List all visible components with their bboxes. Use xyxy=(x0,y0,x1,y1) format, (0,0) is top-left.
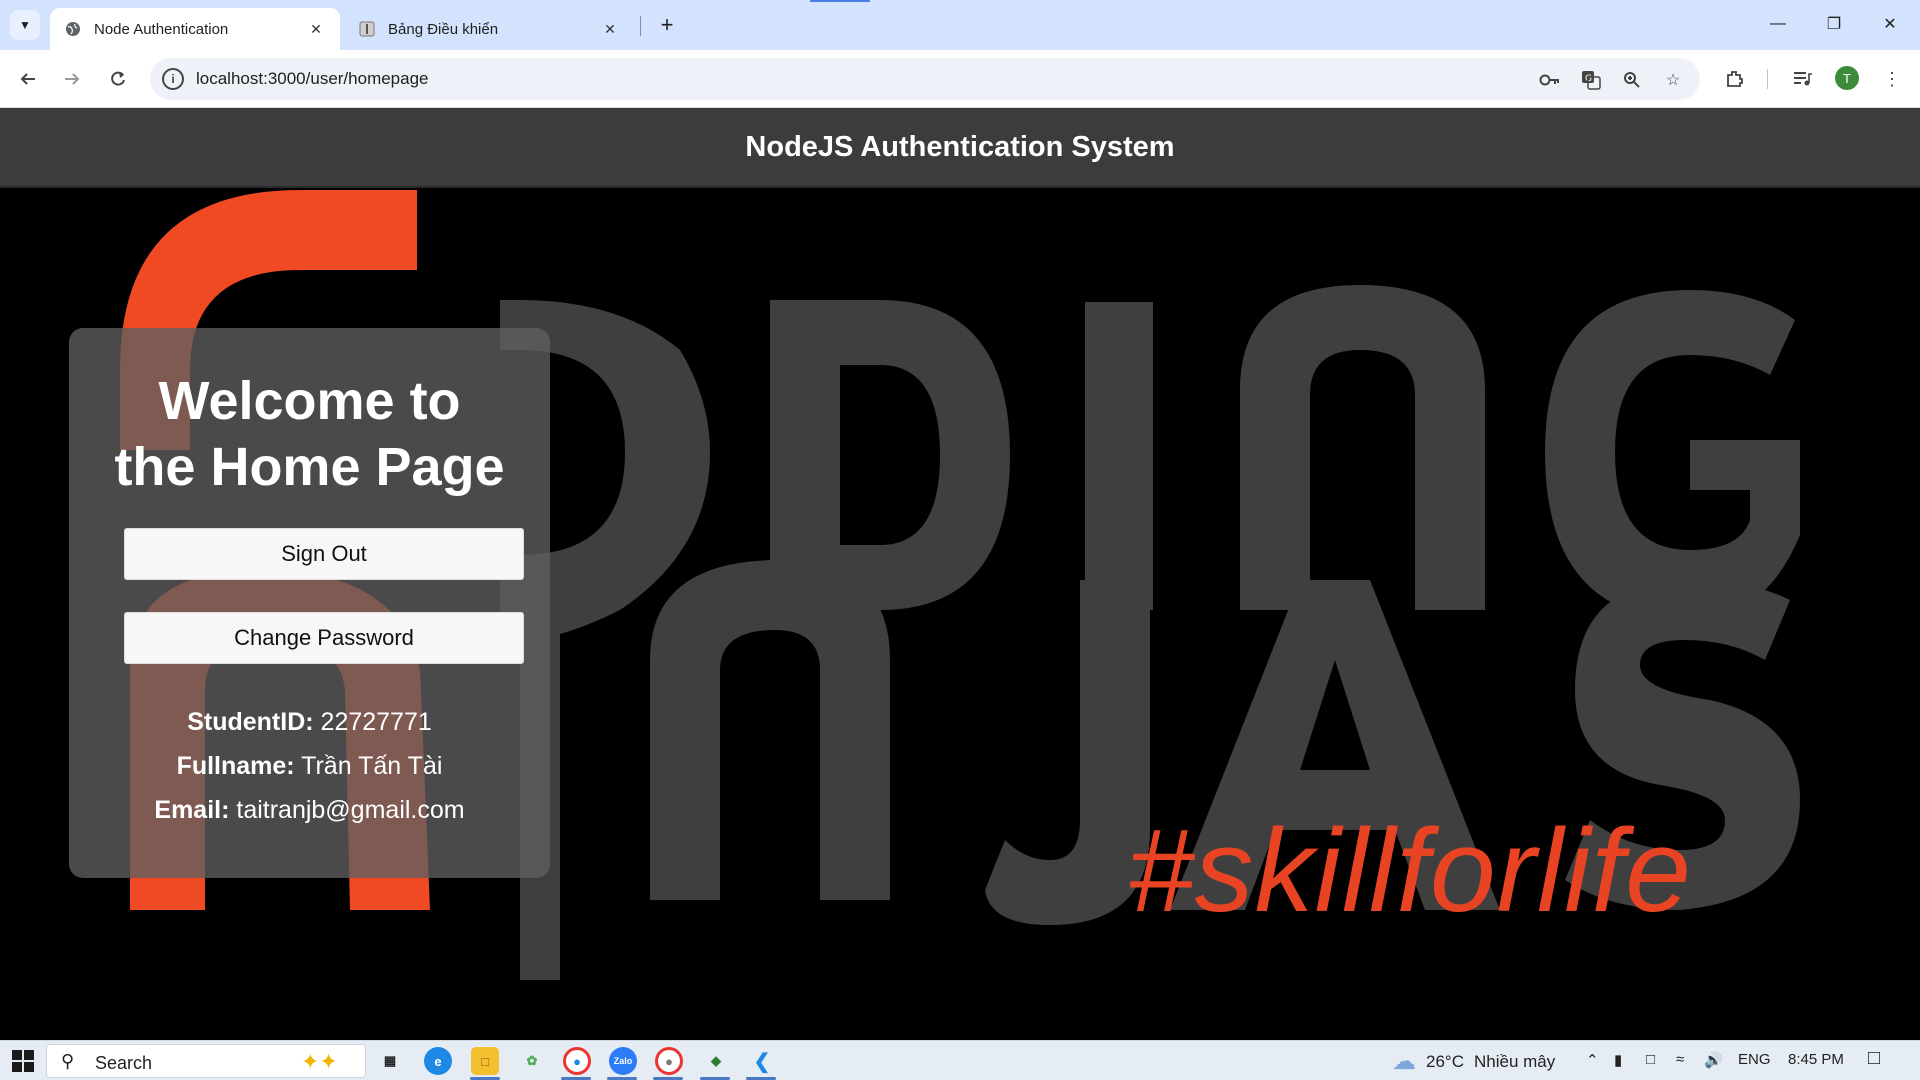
tab-title: Node Authentication xyxy=(94,20,229,38)
translate-icon[interactable]: G xyxy=(1578,67,1604,93)
language-indicator[interactable]: ENG xyxy=(1738,1051,1771,1068)
tab-node-authentication[interactable]: Node Authentication ✕ xyxy=(50,8,340,50)
task-view-icon[interactable]: ▦ xyxy=(376,1047,404,1075)
page-favicon-icon xyxy=(358,20,376,38)
restore-button[interactable]: ❐ xyxy=(1806,0,1862,48)
more-menu-icon[interactable]: ⋮ xyxy=(1876,63,1908,95)
wifi-icon[interactable]: ≈ xyxy=(1676,1051,1684,1068)
weather-temp: 26°C xyxy=(1426,1051,1464,1071)
browser-toolbar: i localhost:3000/user/homepage G ☆ ⋮ xyxy=(0,50,1920,108)
chevron-up-icon[interactable]: ⌃ xyxy=(1586,1051,1599,1069)
chevron-down-icon: ▼ xyxy=(19,18,31,32)
media-controls-icon[interactable] xyxy=(1786,63,1818,95)
tab-search-button[interactable]: ▼ xyxy=(10,10,40,40)
cloud-icon: ☁ xyxy=(1392,1048,1416,1075)
background-tagline: #skillforlife xyxy=(1128,805,1692,937)
vscode-icon[interactable]: ❮ xyxy=(748,1047,776,1075)
close-icon[interactable]: ✕ xyxy=(600,19,620,39)
battery-icon[interactable]: ▮ xyxy=(1614,1051,1622,1069)
change-password-button[interactable]: Change Password xyxy=(124,612,524,664)
tab-loading-indicator xyxy=(810,0,870,2)
fullname-value: Trần Tấn Tài xyxy=(294,752,443,780)
windows-taskbar: ⚲ Search ✦✦ ▦ e □ ✿ ● Zalo ● ◆ ❮ ☁ 26°C … xyxy=(0,1040,1920,1080)
start-button[interactable] xyxy=(8,1047,38,1075)
web-page: NodeJS Authentication System #skillforli… xyxy=(0,108,1920,1040)
chrome-icon[interactable]: ● xyxy=(563,1047,591,1075)
taskbar-search[interactable]: ⚲ Search ✦✦ xyxy=(46,1044,366,1078)
reload-icon xyxy=(111,71,125,86)
weather-widget[interactable]: ☁ 26°C Nhiều mây xyxy=(1392,1047,1555,1076)
taskbar-search-placeholder: Search xyxy=(95,1053,153,1073)
file-explorer-icon[interactable]: □ xyxy=(471,1047,499,1075)
notifications-icon[interactable]: □ xyxy=(1868,1047,1880,1070)
welcome-card: Welcome to the Home Page Sign Out Change… xyxy=(69,328,550,878)
email-label: Email: xyxy=(154,796,230,824)
new-tab-button[interactable]: + xyxy=(652,10,682,40)
chrome-profile-icon[interactable]: ● xyxy=(655,1047,683,1075)
tab-separator xyxy=(640,16,641,36)
forward-button[interactable] xyxy=(56,63,88,95)
student-id-label: StudentID: xyxy=(187,708,314,736)
page-title: NodeJS Authentication System xyxy=(745,130,1175,163)
back-button[interactable] xyxy=(12,63,44,95)
tab-title: Bảng Điều khiển xyxy=(388,20,499,38)
browser-tab-strip: ▼ Node Authentication ✕ Bảng Điều khiển … xyxy=(0,0,1920,50)
sign-out-button[interactable]: Sign Out xyxy=(124,528,524,580)
close-icon[interactable]: ✕ xyxy=(306,19,326,39)
site-info-icon[interactable]: i xyxy=(162,68,184,90)
close-window-button[interactable]: ✕ xyxy=(1862,0,1918,48)
welcome-heading: Welcome to the Home Page xyxy=(69,368,550,500)
volume-icon[interactable]: 🔊 xyxy=(1704,1051,1723,1069)
arrow-left-icon xyxy=(20,73,35,85)
meet-now-icon[interactable]: □ xyxy=(1646,1051,1655,1068)
welcome-heading-line1: Welcome to xyxy=(158,371,461,431)
weather-desc: Nhiều mây xyxy=(1473,1051,1556,1071)
key-icon[interactable] xyxy=(1537,67,1563,93)
email-line: Email: taitranjb@gmail.com xyxy=(69,796,550,825)
app-green-icon[interactable]: ✿ xyxy=(518,1047,546,1075)
url-text[interactable]: localhost:3000/user/homepage xyxy=(196,69,429,89)
site-header: NodeJS Authentication System xyxy=(0,108,1920,188)
minimize-button[interactable]: — xyxy=(1750,0,1806,48)
fullname-line: Fullname: Trần Tấn Tài xyxy=(69,752,550,781)
student-id-value: 22727771 xyxy=(313,708,432,736)
profile-avatar[interactable]: T xyxy=(1835,66,1859,90)
welcome-heading-line2: the Home Page xyxy=(114,437,505,497)
edge-icon[interactable]: e xyxy=(424,1047,452,1075)
toolbar-divider xyxy=(1767,69,1768,89)
zalo-icon[interactable]: Zalo xyxy=(609,1047,637,1075)
globe-icon xyxy=(64,20,82,38)
mongodb-icon[interactable]: ◆ xyxy=(702,1047,730,1075)
arrow-right-icon xyxy=(65,73,80,85)
zoom-icon[interactable] xyxy=(1619,67,1645,93)
search-icon: ⚲ xyxy=(61,1051,75,1071)
windows-logo-icon xyxy=(12,1050,34,1072)
extensions-puzzle-icon[interactable] xyxy=(1719,63,1751,95)
email-value: taitranjb@gmail.com xyxy=(229,796,465,824)
clock[interactable]: 8:45 PM xyxy=(1788,1051,1844,1068)
tab-bang-dieu-khien[interactable]: Bảng Điều khiển ✕ xyxy=(344,8,634,50)
student-id-line: StudentID: 22727771 xyxy=(69,708,550,737)
reload-button[interactable] xyxy=(102,63,134,95)
sparkle-icon: ✦✦ xyxy=(301,1049,338,1074)
bookmark-star-icon[interactable]: ☆ xyxy=(1660,67,1686,93)
fullname-label: Fullname: xyxy=(176,752,295,780)
address-bar[interactable]: i localhost:3000/user/homepage G ☆ xyxy=(150,58,1700,100)
